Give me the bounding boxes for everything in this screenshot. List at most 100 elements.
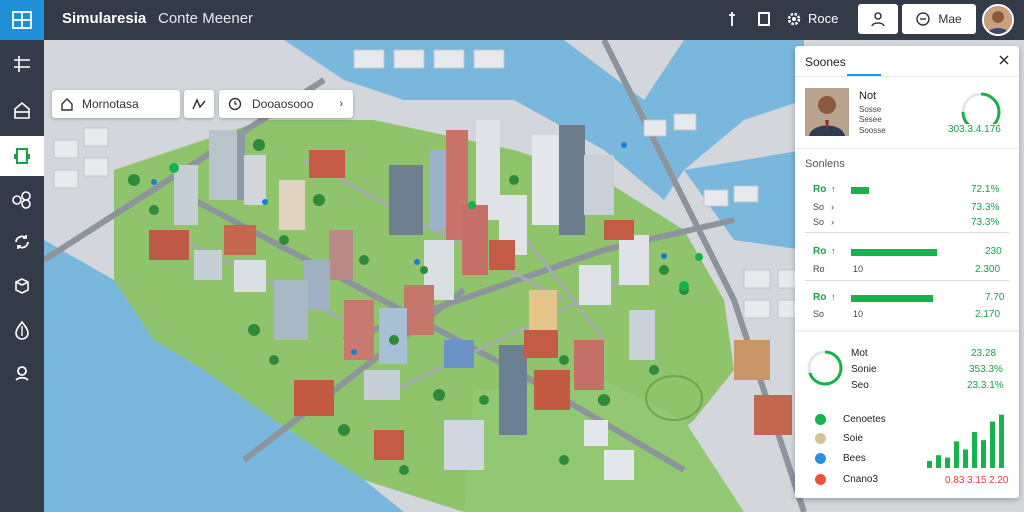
stats-value-2: 353.3%	[969, 364, 1003, 375]
sync-icon	[15, 235, 29, 249]
sidebar-item-sync[interactable]	[0, 222, 44, 262]
row-3-sub-num: 10	[853, 264, 864, 274]
row-3-bar	[851, 249, 937, 256]
sidebar-item-devices[interactable]	[0, 136, 44, 176]
profile-line-3: Sesee	[859, 115, 882, 124]
region-selector[interactable]: Mornotasa	[52, 90, 180, 118]
row-1-bar	[851, 187, 869, 194]
stats-ring	[807, 350, 843, 386]
home-icon	[14, 101, 30, 119]
row-4-sub: So	[813, 309, 825, 319]
sidebar-item-package[interactable]	[0, 266, 44, 306]
gear-icon[interactable]	[784, 9, 804, 29]
row-1-sub: So	[813, 202, 825, 212]
status-button[interactable]: Mae	[902, 4, 976, 34]
legend-value-2: 3.15	[967, 475, 987, 486]
section-title: Sonlens	[805, 158, 845, 170]
sidebar-item-network[interactable]	[0, 180, 44, 220]
legend-dot-2	[815, 433, 826, 444]
time-selector[interactable]: Dooaosooo ›	[219, 90, 353, 118]
row-4-sub-num: 10	[853, 309, 864, 319]
app-title: Simularesia	[62, 10, 147, 27]
user-button[interactable]	[858, 4, 898, 34]
stats-label-1: Mot	[851, 348, 868, 359]
row-1-value: 72.1%	[971, 184, 1000, 195]
mini-bar	[999, 414, 1004, 468]
close-icon	[999, 55, 1009, 65]
sidebar-item-location[interactable]	[0, 354, 44, 394]
mini-bar	[927, 461, 932, 468]
clock-icon	[916, 12, 931, 26]
row-2-label: So	[813, 217, 825, 227]
stats-value-1: 23.28	[971, 348, 997, 359]
grid-map-icon	[12, 11, 32, 29]
mini-bar	[945, 457, 950, 468]
row-4-value-2: 2.170	[975, 309, 1001, 320]
row-4-value: 7.70	[985, 292, 1005, 303]
legend-value-1: 0.83	[945, 475, 965, 486]
mini-bar	[936, 455, 941, 468]
row-3-label: Ro	[813, 246, 827, 257]
legend-label-2: Soie	[843, 433, 864, 444]
close-button[interactable]	[997, 53, 1011, 67]
sidebar-item-energy[interactable]	[0, 310, 44, 350]
grid-icon	[14, 56, 30, 72]
navigation-icon	[192, 98, 206, 110]
row-1-value-2: 73.3%	[971, 202, 1000, 213]
row-4-bar	[851, 295, 933, 302]
stats-label-3: Seo	[851, 380, 869, 391]
document-icon[interactable]	[754, 9, 774, 29]
sidebar-item-buildings[interactable]	[0, 90, 44, 130]
region-selector-label: Mornotasa	[82, 97, 139, 111]
location-icon	[15, 366, 29, 381]
row-4-label: Ro	[813, 292, 827, 303]
time-selector-label: Dooaosooo	[252, 97, 314, 111]
sidebar-item-layers[interactable]	[0, 44, 44, 84]
row-2-value: 73.3%	[971, 217, 1000, 228]
navigate-button[interactable]	[184, 90, 214, 118]
home-icon	[61, 98, 73, 111]
chevron-right-icon: ›	[339, 98, 343, 110]
row-1-label: Ro	[813, 184, 827, 195]
row-3-sub: Ro	[813, 264, 825, 274]
status-button-label: Mae	[938, 12, 962, 26]
pin-icon[interactable]	[722, 9, 742, 29]
legend-label-3: Bees	[843, 453, 866, 464]
panel-title: Soones	[805, 55, 846, 69]
legend-label-1: Cenoetes	[843, 414, 886, 425]
package-icon	[15, 278, 29, 294]
stats-label-2: Sonie	[851, 364, 877, 375]
profile-name: Not	[859, 90, 877, 102]
legend-label-4: Cnano3	[843, 474, 879, 485]
app-logo[interactable]	[0, 0, 44, 40]
profile-gauge	[961, 92, 1001, 124]
avatar[interactable]	[982, 4, 1014, 36]
mini-bar	[954, 441, 959, 468]
drop-icon	[15, 320, 29, 340]
legend-dot-4	[815, 474, 826, 485]
network-icon	[12, 191, 31, 209]
mini-bar	[972, 432, 977, 468]
legend-value-3: 2.20	[989, 475, 1009, 486]
app-subtitle: Conte Meener	[158, 10, 254, 27]
legend-dot-1	[815, 414, 826, 425]
mini-bar-chart	[927, 414, 1004, 468]
profile-card[interactable]: Not Sosse Sesee Soosse 303.3.4.176	[795, 78, 1019, 150]
mini-bar	[990, 421, 995, 468]
mini-bar	[981, 440, 986, 468]
details-panel: Soones Not Sosse Sesee Soosse 303.3.4.17…	[795, 46, 1019, 498]
profile-photo	[805, 88, 849, 136]
sidebar	[0, 40, 44, 512]
profile-line-2: Sosse	[859, 105, 882, 114]
device-icon	[14, 148, 30, 164]
row-3-value-2: 2.300	[975, 264, 1001, 275]
user-icon	[871, 12, 885, 27]
clock-icon	[228, 97, 242, 111]
profile-line-4: Soosse	[859, 126, 886, 135]
topbar-right-text[interactable]: Roce	[808, 11, 838, 26]
row-3-value: 230	[985, 246, 1002, 257]
top-bar: Simularesia Conte Meener Roce Mae	[0, 0, 1024, 40]
profile-value: 303.3.4.176	[948, 124, 1001, 135]
stats-value-3: 23.3.1%	[967, 380, 1004, 391]
mini-bar	[963, 449, 968, 468]
